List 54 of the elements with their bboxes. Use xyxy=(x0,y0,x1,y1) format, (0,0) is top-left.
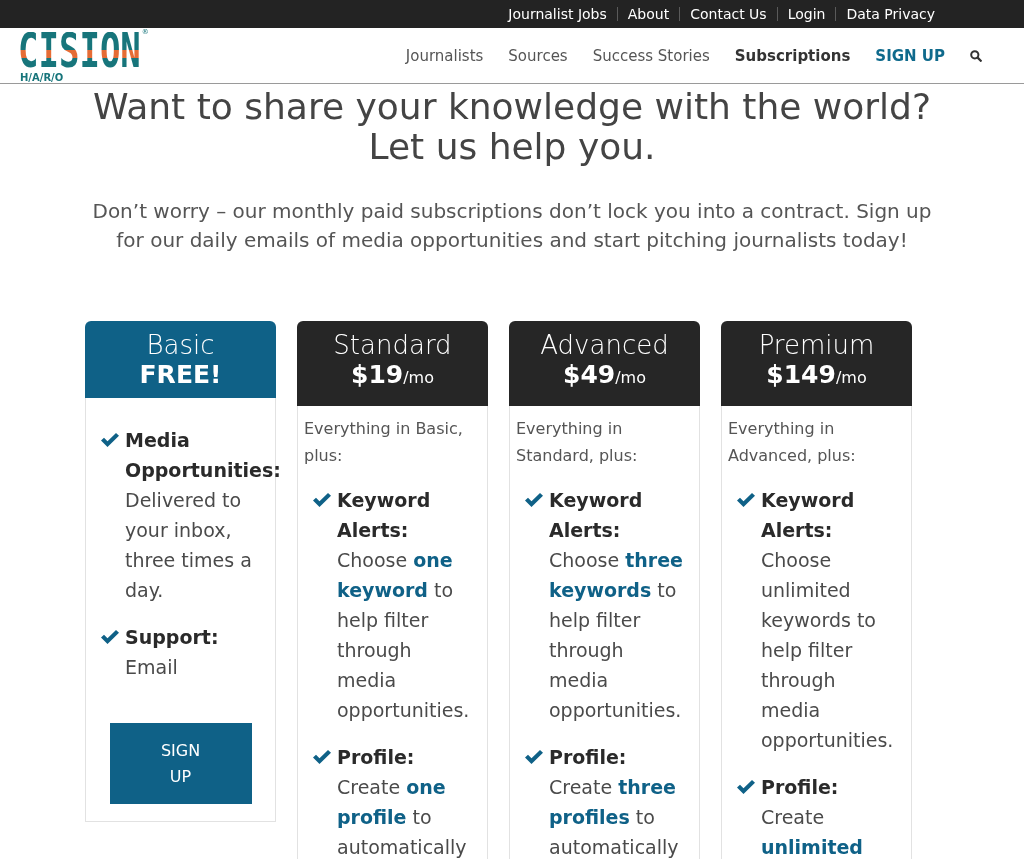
feature-title: Profile: xyxy=(337,745,415,770)
plan-name: Basic xyxy=(145,330,216,360)
feature-description: Delivered to your inbox, three times a day. xyxy=(125,488,253,603)
top-bar-link[interactable]: Contact Us xyxy=(690,4,767,24)
nav-link[interactable]: Success Stories xyxy=(592,45,710,66)
feature-description: Choose one keyword to help filter through media opportunities. xyxy=(337,548,471,723)
check-icon xyxy=(101,433,119,447)
check-icon xyxy=(737,780,755,794)
nav-link[interactable]: Journalists xyxy=(405,45,484,66)
check-icon xyxy=(737,493,755,507)
plan-price: FREE! xyxy=(139,360,222,390)
check-icon xyxy=(313,493,331,507)
plan-intro: Everything in Standard, plus: xyxy=(516,418,639,467)
feature-description: Create one profile to automatically xyxy=(337,775,468,859)
feature-title: Keyword Alerts: xyxy=(337,488,432,543)
logo-tagline: H/A/R/O xyxy=(20,72,64,83)
plan-name: Premium xyxy=(757,330,876,360)
feature-title: Keyword Alerts: xyxy=(761,488,856,543)
top-bar-link[interactable]: About xyxy=(627,4,670,24)
feature-title: Support: xyxy=(125,625,219,650)
feature-description: Create unlimited xyxy=(761,805,864,859)
check-icon xyxy=(525,493,543,507)
hero-heading: Want to share your knowledge with the world? Let us help you. xyxy=(91,87,933,167)
price-period: /mo xyxy=(835,368,867,389)
price-period: /mo xyxy=(403,368,434,389)
feature-title: Media Opportunities: xyxy=(125,428,281,483)
nav-link[interactable]: Sources xyxy=(508,45,568,66)
feature-description: Choose unlimited keywords to help filter through media opportunities. xyxy=(761,548,895,753)
plan-intro: Everything in Basic, plus: xyxy=(304,418,464,467)
sign-up-button[interactable]: SIGN UP xyxy=(109,723,252,804)
plan-intro: Everything in Advanced, plus: xyxy=(728,418,857,467)
feature-title: Keyword Alerts: xyxy=(549,488,644,543)
check-icon xyxy=(101,630,119,644)
feature-description: Create three profiles to automatically xyxy=(549,775,680,859)
plan-price: $19 xyxy=(351,360,404,390)
feature-description: Email xyxy=(125,655,179,680)
logo-wordmark[interactable]: CISION xyxy=(18,32,141,69)
nav-link[interactable]: Subscriptions xyxy=(734,45,851,66)
price-period: /mo xyxy=(615,368,646,389)
feature-title: Profile: xyxy=(549,745,627,770)
hero-subtitle: Don’t worry – our monthly paid subscriptions don’t lock you into a contract. Sign up for our daily emails of media opportunities and start pitching journalists today! xyxy=(91,198,933,254)
check-icon xyxy=(313,750,331,764)
plan-name: Standard xyxy=(332,330,453,360)
check-icon xyxy=(525,750,543,764)
search-icon[interactable] xyxy=(970,49,982,62)
top-bar-link[interactable]: Journalist Jobs xyxy=(508,4,607,24)
plan-name: Advanced xyxy=(539,330,670,360)
plan-price: $149 xyxy=(766,360,836,390)
sign-up-link[interactable]: SIGN UP xyxy=(875,45,945,66)
feature-title: Profile: xyxy=(761,775,839,800)
top-bar-link[interactable]: Data Privacy xyxy=(846,4,935,24)
top-bar-link[interactable]: Login xyxy=(787,4,826,24)
plan-price: $49 xyxy=(563,360,616,390)
feature-description: Choose three keywords to help filter through media opportunities. xyxy=(549,548,684,723)
